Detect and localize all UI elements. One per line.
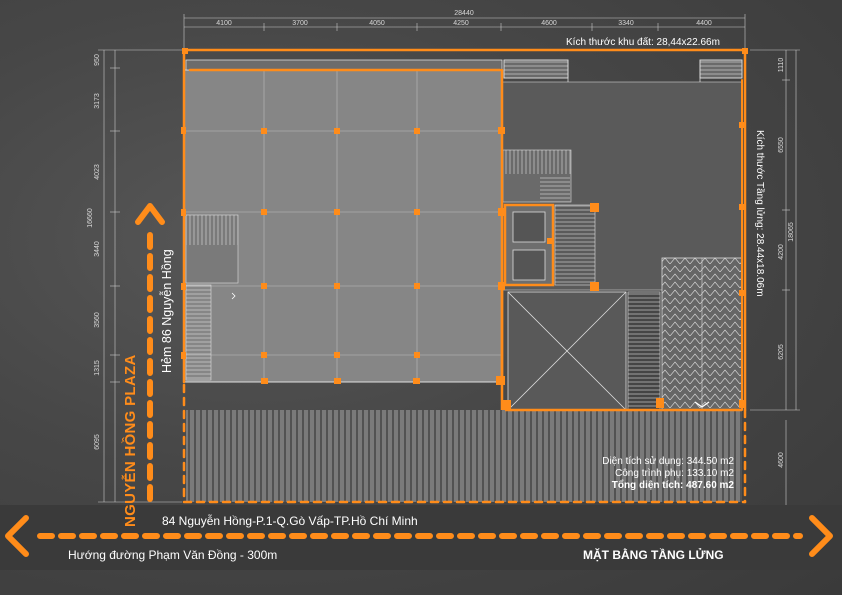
right-dim-3: 4200 [778, 244, 785, 260]
left-dim-4: 3440 [94, 241, 101, 257]
area-used: Diện tích sử dụng: 344.50 m2 [602, 456, 734, 467]
top-dim-2: 3700 [292, 20, 308, 27]
right-dim-4: 6205 [778, 344, 785, 360]
left-dim-5: 3560 [94, 312, 101, 328]
atrium-void [507, 291, 661, 411]
left-dim-3: 4023 [94, 164, 101, 180]
right-dim-2: 6550 [778, 137, 785, 153]
right-dim-total: 18065 [788, 222, 795, 242]
overall-width-dim: 28440 [454, 10, 474, 17]
right-dim-1: 1110 [778, 58, 785, 73]
site-size-label: Kích thước khu đất: 28,44x22.66m [566, 37, 720, 48]
left-dim-total: 16660 [87, 208, 94, 228]
building-name: NGUYỄN HỒNG PLAZA [122, 354, 139, 527]
top-dim-6: 3340 [618, 20, 634, 27]
side-street-label: Hẻm 86 Nguyễn Hồng [160, 249, 174, 373]
top-dimension-labels: 4100 3700 4050 4250 4600 3340 4400 [216, 20, 712, 27]
left-dim-1: 950 [94, 54, 101, 66]
top-dim-5: 4600 [541, 20, 557, 27]
top-dim-7: 4400 [696, 20, 712, 27]
plan-title: MẶT BẰNG TẦNG LỬNG [583, 548, 724, 562]
left-dimension-labels: 950 3173 4023 16660 3440 3560 1315 6095 [87, 54, 101, 450]
top-dim-4: 4250 [453, 20, 469, 27]
top-dim-3: 4050 [369, 20, 385, 27]
top-dim-1: 4100 [216, 20, 232, 27]
parking-ramp [661, 257, 743, 411]
area-auxiliary: Công trình phụ: 133.10 m2 [615, 468, 734, 479]
side-street-arrow [135, 203, 165, 523]
address-label: 84 Nguyễn Hồng-P.1-Q.Gò Vấp-TP.Hồ Chí Mi… [162, 514, 418, 528]
left-dim-7: 6095 [94, 434, 101, 450]
area-total: Tổng diện tích: 487.60 m2 [611, 480, 734, 491]
left-dim-6: 1315 [94, 360, 101, 376]
right-dim-5: 4600 [778, 452, 785, 468]
area-summary: Diện tích sử dụng: 344.50 m2 Công trình … [602, 456, 734, 492]
direction-label: Hướng đường Phạm Văn Đồng - 300m [68, 548, 278, 562]
mezzanine-size-label: Kích thước Tầng lửng: 28.44x18.06m [754, 130, 765, 297]
floor-plan-stage: 28440 4100 3700 4050 4250 4600 3340 4400… [0, 0, 842, 595]
right-dimension-labels: 1110 6550 4200 18065 6205 4600 [778, 58, 795, 468]
left-dim-2: 3173 [94, 93, 101, 109]
